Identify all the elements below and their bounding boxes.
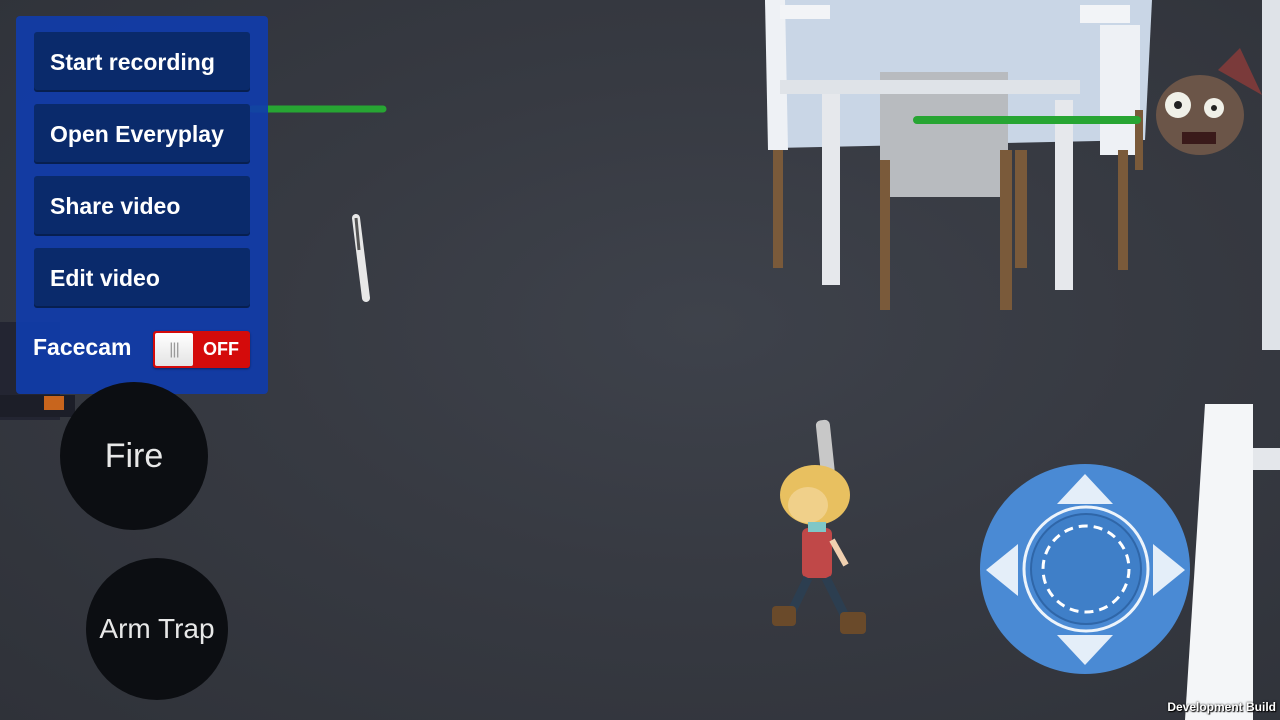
everyplay-menu-panel: Start recording Open Everyplay Share vid…	[16, 16, 268, 394]
zombie-head-shape	[1156, 48, 1262, 155]
bat-pickup-shape	[352, 214, 370, 302]
player-character-shape	[772, 419, 866, 634]
edit-video-button[interactable]: Edit video	[34, 248, 250, 308]
fire-button-label: Fire	[104, 436, 164, 475]
facecam-toggle[interactable]: ||| OFF	[153, 331, 250, 368]
share-video-button[interactable]: Share video	[34, 176, 250, 236]
start-recording-button[interactable]: Start recording	[34, 32, 250, 92]
open-everyplay-button[interactable]: Open Everyplay	[34, 104, 250, 164]
table-shape	[765, 0, 1152, 310]
facecam-label: Facecam	[33, 334, 132, 360]
dpad-joystick-icon[interactable]	[978, 462, 1193, 677]
fire-button[interactable]: Fire	[60, 382, 208, 530]
arm-trap-button-label: Arm Trap	[99, 613, 215, 644]
game-viewport[interactable]: Start recording Open Everyplay Share vid…	[0, 0, 1280, 720]
arm-trap-button[interactable]: Arm Trap	[86, 558, 228, 700]
facecam-toggle-state: OFF	[203, 339, 239, 359]
toggle-knob-grip-icon: |||	[155, 333, 193, 366]
development-build-label: Development Build	[1167, 700, 1276, 714]
